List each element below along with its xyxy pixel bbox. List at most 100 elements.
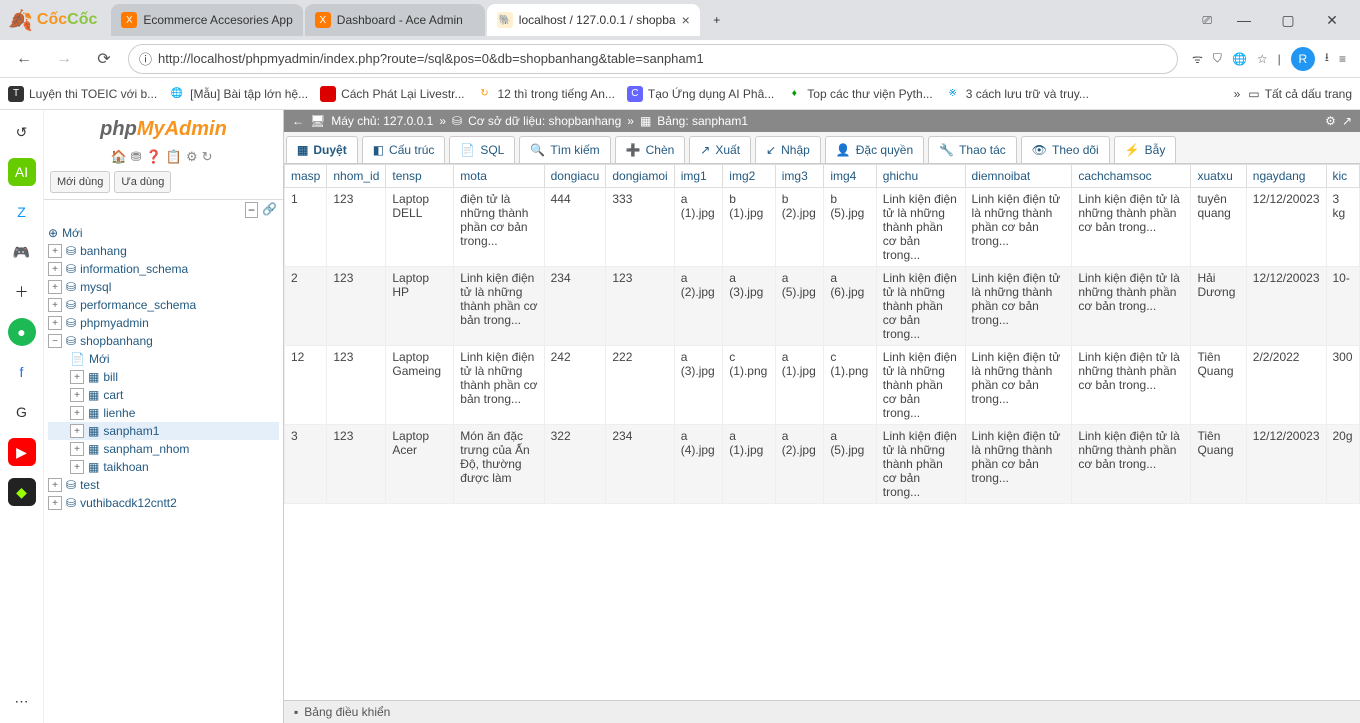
close-button[interactable]: ✕ xyxy=(1312,5,1352,35)
col-header[interactable]: img3 xyxy=(775,165,824,188)
more-icon[interactable]: ⋯ xyxy=(8,687,36,715)
close-icon[interactable]: × xyxy=(682,12,690,28)
reload-button[interactable]: ⟳ xyxy=(88,43,120,75)
tree-table-sanpham1[interactable]: +▦sanpham1 xyxy=(48,422,279,440)
tree-db[interactable]: +⛁banhang xyxy=(48,242,279,260)
youtube-icon[interactable]: ▶ xyxy=(8,438,36,466)
tree-table[interactable]: +▦lienhe xyxy=(48,404,279,422)
avatar[interactable]: R xyxy=(1291,47,1315,71)
tree-db[interactable]: +⛁test xyxy=(48,476,279,494)
site-info-icon[interactable]: ⓘ xyxy=(139,49,152,68)
pma-logo[interactable]: phpMyAdmin xyxy=(44,110,283,149)
tab-phpmyadmin[interactable]: 🐘 localhost / 127.0.0.1 / shopba × xyxy=(487,4,700,36)
forward-button[interactable]: → xyxy=(48,43,80,75)
tree-db[interactable]: +⛁mysql xyxy=(48,278,279,296)
table-row[interactable]: 2123Laptop HPLinh kiện điện tử là những … xyxy=(285,267,1360,346)
tab-import[interactable]: ↙Nhập xyxy=(755,136,821,163)
tree-db-shopbanhang[interactable]: −⛁shopbanhang xyxy=(48,332,279,350)
table-row[interactable]: 3123Laptop AcerMón ăn đặc trưng của Ấn Đ… xyxy=(285,425,1360,504)
ai-icon[interactable]: AI xyxy=(8,158,36,186)
bookmark-more-icon[interactable]: » xyxy=(1234,87,1241,101)
tab-triggers[interactable]: ⚡Bẫy xyxy=(1114,136,1177,163)
link-icon[interactable]: 🔗 xyxy=(262,202,277,218)
bookmark-item[interactable]: TLuyện thi TOEIC với b... xyxy=(8,86,157,102)
bookmark-item[interactable]: ↻12 thì trong tiếng An... xyxy=(477,86,615,102)
tab-export[interactable]: ↗Xuất xyxy=(689,136,751,163)
favorites-button[interactable]: Ưa dùng xyxy=(114,171,171,193)
breadcrumb-server[interactable]: Máy chủ: 127.0.0.1 xyxy=(331,114,433,128)
tree-new[interactable]: ⊕Mới xyxy=(48,224,279,242)
col-header[interactable]: dongiacu xyxy=(544,165,606,188)
bookmark-item[interactable]: Cách Phát Lại Livestr... xyxy=(320,86,464,102)
col-header[interactable]: dongiamoi xyxy=(606,165,674,188)
cast-icon[interactable]: ⎚ xyxy=(1194,13,1220,28)
google-icon[interactable]: G xyxy=(8,398,36,426)
tab-insert[interactable]: ➕Chèn xyxy=(615,136,686,163)
games-icon[interactable]: 🎮 xyxy=(8,238,36,266)
tab-privileges[interactable]: 👤Đặc quyền xyxy=(825,136,924,163)
tree-new-table[interactable]: 📄Mới xyxy=(48,350,279,368)
omnibox[interactable]: ⓘ http://localhost/phpmyadmin/index.php?… xyxy=(128,44,1178,74)
col-header[interactable]: img1 xyxy=(674,165,723,188)
tab-operations[interactable]: 🔧Thao tác xyxy=(928,136,1017,163)
table-row[interactable]: 12123Laptop GameingLinh kiện điện tử là … xyxy=(285,346,1360,425)
shield-icon[interactable]: ⛉ xyxy=(1213,51,1222,66)
tree-db[interactable]: +⛁performance_schema xyxy=(48,296,279,314)
zalo-icon[interactable]: Z xyxy=(8,198,36,226)
col-header[interactable]: xuatxu xyxy=(1191,165,1246,188)
tab-dashboard[interactable]: X Dashboard - Ace Admin xyxy=(305,4,485,36)
add-icon[interactable]: ＋ xyxy=(8,278,36,306)
breadcrumb-table[interactable]: Bảng: sanpham1 xyxy=(657,114,748,128)
exit-icon[interactable]: ↗ xyxy=(1342,114,1352,128)
all-bookmarks-button[interactable]: ▭Tất cả dấu trang xyxy=(1248,87,1352,101)
col-header[interactable]: masp xyxy=(285,165,327,188)
tree-table[interactable]: +▦taikhoan xyxy=(48,458,279,476)
col-header[interactable]: diemnoibat xyxy=(965,165,1072,188)
tree-db[interactable]: +⛁phpmyadmin xyxy=(48,314,279,332)
recent-button[interactable]: Mới dùng xyxy=(50,171,110,193)
tree-table[interactable]: +▦bill xyxy=(48,368,279,386)
history-icon[interactable]: ↺ xyxy=(8,118,36,146)
menu-icon[interactable]: ≡ xyxy=(1339,52,1346,66)
tab-ecommerce[interactable]: X Ecommerce Accesories App xyxy=(111,4,302,36)
tab-tracking[interactable]: 👁Theo dõi xyxy=(1021,136,1110,163)
minimize-button[interactable]: — xyxy=(1224,5,1264,35)
maximize-button[interactable]: ▢ xyxy=(1268,5,1308,35)
col-header[interactable]: ngaydang xyxy=(1246,165,1326,188)
bookmark-item[interactable]: ※3 cách lưu trữ và truy... xyxy=(945,86,1089,102)
bookmark-item[interactable]: 🌐[Mẫu] Bài tập lớn hệ... xyxy=(169,86,308,102)
pma-toolbar[interactable]: 🏠⛃❓📋⚙↻ xyxy=(44,149,283,165)
nav-toggle-icon[interactable]: ← xyxy=(292,114,304,128)
col-header[interactable]: ghichu xyxy=(876,165,965,188)
new-tab-button[interactable]: + xyxy=(702,4,732,36)
col-header[interactable]: tensp xyxy=(386,165,454,188)
table-row[interactable]: 1123Laptop DELLđiện tử là những thành ph… xyxy=(285,188,1360,267)
tree-db[interactable]: +⛁vuthibacdk12cntt2 xyxy=(48,494,279,512)
bookmark-item[interactable]: ♦Top các thư viện Pyth... xyxy=(786,86,932,102)
col-header[interactable]: img4 xyxy=(824,165,876,188)
console-bar[interactable]: ▪Bảng điều khiển xyxy=(284,700,1360,723)
rss-icon[interactable]: ᯤ xyxy=(1192,50,1203,67)
col-header[interactable]: cachchamsoc xyxy=(1072,165,1191,188)
bookmark-item[interactable]: CTạo Ứng dụng AI Phâ... xyxy=(627,86,774,102)
tab-structure[interactable]: ◧Cấu trúc xyxy=(362,136,446,163)
facebook-icon[interactable]: f xyxy=(8,358,36,386)
spotify-icon[interactable]: ● xyxy=(8,318,36,346)
col-header[interactable]: mota xyxy=(454,165,544,188)
col-header[interactable]: nhom_id xyxy=(327,165,386,188)
tab-browse[interactable]: ▦Duyệt xyxy=(286,136,358,163)
back-button[interactable]: ← xyxy=(8,43,40,75)
col-header[interactable]: kic xyxy=(1326,165,1360,188)
collapse-icon[interactable]: − xyxy=(245,202,258,218)
tree-db[interactable]: +⛁information_schema xyxy=(48,260,279,278)
bookmark-star-icon[interactable]: ☆ xyxy=(1257,52,1268,66)
gear-icon[interactable]: ⚙ xyxy=(1325,114,1336,128)
tree-table[interactable]: +▦sanpham_nhom xyxy=(48,440,279,458)
tree-table[interactable]: +▦cart xyxy=(48,386,279,404)
app-icon[interactable]: ◆ xyxy=(8,478,36,506)
breadcrumb-db[interactable]: Cơ sở dữ liệu: shopbanhang xyxy=(468,114,621,128)
download-icon[interactable]: ⭳ xyxy=(1325,48,1329,69)
tab-search[interactable]: 🔍Tìm kiếm xyxy=(519,136,610,163)
col-header[interactable]: img2 xyxy=(723,165,775,188)
tab-sql[interactable]: 📄SQL xyxy=(449,136,515,163)
